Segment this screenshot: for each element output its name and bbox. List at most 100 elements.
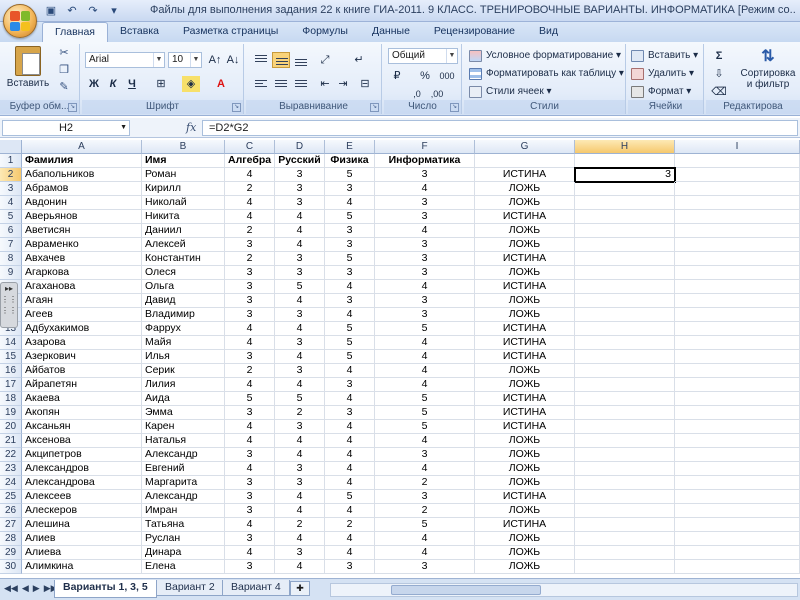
cell-f-20[interactable]: 5: [375, 420, 475, 434]
cell-e-12[interactable]: 4: [325, 308, 375, 322]
cell-d-10[interactable]: 5: [275, 280, 325, 294]
cell-a-3[interactable]: Абрамов: [22, 182, 142, 196]
tab-insert[interactable]: Вставка: [108, 22, 171, 42]
cell-g-22[interactable]: ЛОЖЬ: [475, 448, 575, 462]
cell-a-9[interactable]: Агаркова: [22, 266, 142, 280]
cell-c-12[interactable]: 3: [225, 308, 275, 322]
cell-b-4[interactable]: Николай: [142, 196, 225, 210]
cell-i-6[interactable]: [675, 224, 800, 238]
cell-b-21[interactable]: Наталья: [142, 434, 225, 448]
cell-h-1[interactable]: [575, 154, 675, 168]
clipboard-launcher-icon[interactable]: ↘: [68, 103, 77, 112]
cell-e-15[interactable]: 5: [325, 350, 375, 364]
cell-f-8[interactable]: 3: [375, 252, 475, 266]
cell-h-3[interactable]: [575, 182, 675, 196]
cell-e-13[interactable]: 5: [325, 322, 375, 336]
cell-f-30[interactable]: 3: [375, 560, 475, 574]
fill-icon[interactable]: ⇩: [710, 66, 728, 82]
cell-h-16[interactable]: [575, 364, 675, 378]
cell-a-16[interactable]: Айбатов: [22, 364, 142, 378]
tab-data[interactable]: Данные: [360, 22, 422, 42]
cell-h-2[interactable]: 3: [574, 167, 676, 183]
cell-f-15[interactable]: 4: [375, 350, 475, 364]
cell-c-16[interactable]: 2: [225, 364, 275, 378]
cell-d-7[interactable]: 4: [275, 238, 325, 252]
cell-i-23[interactable]: [675, 462, 800, 476]
row-header[interactable]: 21: [0, 434, 22, 448]
cell-i-24[interactable]: [675, 476, 800, 490]
cell-a-1[interactable]: Фамилия: [22, 154, 142, 168]
qat-customize-icon[interactable]: ▾: [105, 3, 123, 19]
first-sheet-icon[interactable]: ◀◀: [4, 583, 18, 594]
sheet-tab-variant-4[interactable]: Вариант 4: [222, 580, 290, 596]
cell-b-17[interactable]: Лилия: [142, 378, 225, 392]
cell-e-11[interactable]: 3: [325, 294, 375, 308]
cell-c-15[interactable]: 3: [225, 350, 275, 364]
delete-cells-button[interactable]: Удалить ▾: [630, 66, 694, 82]
cell-h-23[interactable]: [575, 462, 675, 476]
cell-e-20[interactable]: 4: [325, 420, 375, 434]
cell-d-13[interactable]: 4: [275, 322, 325, 336]
cell-e-18[interactable]: 4: [325, 392, 375, 406]
cell-a-27[interactable]: Алешина: [22, 518, 142, 532]
cell-d-20[interactable]: 3: [275, 420, 325, 434]
paste-button[interactable]: Вставить: [4, 46, 52, 89]
cell-f-25[interactable]: 3: [375, 490, 475, 504]
cell-g-19[interactable]: ИСТИНА: [475, 406, 575, 420]
row-header[interactable]: 2: [0, 168, 22, 182]
cell-g-4[interactable]: ЛОЖЬ: [475, 196, 575, 210]
tab-review[interactable]: Рецензирование: [422, 22, 527, 42]
cell-b-15[interactable]: Илья: [142, 350, 225, 364]
cell-f-19[interactable]: 5: [375, 406, 475, 420]
cell-a-19[interactable]: Акопян: [22, 406, 142, 420]
office-button[interactable]: [3, 4, 37, 38]
cell-e-9[interactable]: 3: [325, 266, 375, 280]
cell-e-26[interactable]: 4: [325, 504, 375, 518]
cell-f-2[interactable]: 3: [375, 168, 475, 182]
row-header[interactable]: 30: [0, 560, 22, 574]
cell-g-8[interactable]: ИСТИНА: [475, 252, 575, 266]
cell-i-16[interactable]: [675, 364, 800, 378]
cell-g-24[interactable]: ЛОЖЬ: [475, 476, 575, 490]
cell-h-20[interactable]: [575, 420, 675, 434]
cell-e-24[interactable]: 4: [325, 476, 375, 490]
cell-i-18[interactable]: [675, 392, 800, 406]
cell-h-27[interactable]: [575, 518, 675, 532]
cell-a-4[interactable]: Авдонин: [22, 196, 142, 210]
cell-c-7[interactable]: 3: [225, 238, 275, 252]
cell-e-14[interactable]: 5: [325, 336, 375, 350]
row-header[interactable]: 24: [0, 476, 22, 490]
cell-f-6[interactable]: 4: [375, 224, 475, 238]
copy-icon[interactable]: ❐: [56, 63, 72, 77]
cell-g-6[interactable]: ЛОЖЬ: [475, 224, 575, 238]
cell-a-17[interactable]: Айрапетян: [22, 378, 142, 392]
font-color-icon[interactable]: A: [212, 76, 230, 92]
cell-c-5[interactable]: 4: [225, 210, 275, 224]
tab-formulas[interactable]: Формулы: [290, 22, 360, 42]
cell-i-29[interactable]: [675, 546, 800, 560]
cell-i-14[interactable]: [675, 336, 800, 350]
cell-c-19[interactable]: 3: [225, 406, 275, 420]
cell-c-11[interactable]: 3: [225, 294, 275, 308]
row-header[interactable]: 19: [0, 406, 22, 420]
cell-g-7[interactable]: ЛОЖЬ: [475, 238, 575, 252]
cell-d-4[interactable]: 3: [275, 196, 325, 210]
cell-d-25[interactable]: 4: [275, 490, 325, 504]
row-header[interactable]: 7: [0, 238, 22, 252]
cell-a-29[interactable]: Алиева: [22, 546, 142, 560]
cell-i-30[interactable]: [675, 560, 800, 574]
cell-d-23[interactable]: 3: [275, 462, 325, 476]
cell-f-22[interactable]: 3: [375, 448, 475, 462]
column-header-h[interactable]: H: [575, 140, 675, 154]
cell-c-8[interactable]: 2: [225, 252, 275, 266]
column-header-b[interactable]: B: [142, 140, 225, 154]
cell-c-24[interactable]: 3: [225, 476, 275, 490]
cell-i-13[interactable]: [675, 322, 800, 336]
row-header[interactable]: 17: [0, 378, 22, 392]
cell-f-17[interactable]: 4: [375, 378, 475, 392]
column-header-e[interactable]: E: [325, 140, 375, 154]
cell-a-5[interactable]: Аверьянов: [22, 210, 142, 224]
cell-g-25[interactable]: ИСТИНА: [475, 490, 575, 504]
cell-h-22[interactable]: [575, 448, 675, 462]
cell-e-3[interactable]: 3: [325, 182, 375, 196]
